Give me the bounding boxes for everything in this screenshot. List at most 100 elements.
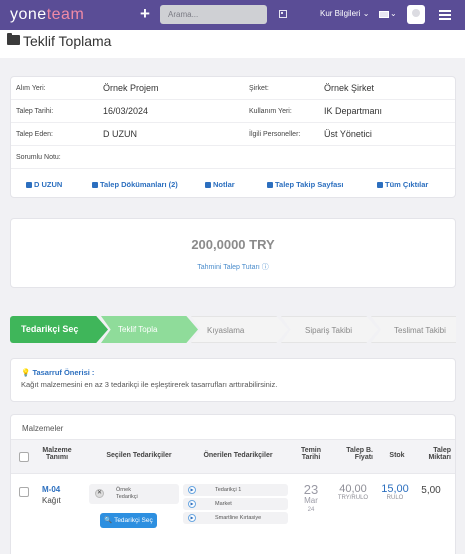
col-selected-suppliers-header: Seçilen Tedarikçiler: [106, 452, 172, 459]
stock-unit: RULO: [386, 495, 404, 501]
recommended-supplier-name: Tedarikçi 1: [215, 487, 242, 493]
info-label: Alım Yeri:: [16, 85, 46, 92]
savings-title-text: Tasarruf Önerisi :: [32, 368, 95, 377]
hamburger-menu-icon[interactable]: [439, 10, 451, 20]
info-label: Kullanım Yeri:: [249, 108, 292, 115]
language-flag-icon[interactable]: [379, 11, 389, 18]
col-recommended-suppliers-header: Önerilen Tedarikçiler: [203, 452, 273, 459]
col-qty-line2: Miktarı: [428, 454, 451, 461]
row-checkbox[interactable]: [19, 487, 29, 497]
add-supplier-icon[interactable]: ▶: [188, 500, 196, 508]
documents-link[interactable]: Talep Dökümanları (2): [92, 180, 178, 189]
info-row: Sorumlu Notu:: [11, 146, 455, 169]
currency-info-label: Kur Bilgileri: [320, 9, 361, 18]
tracking-link-label: Talep Takip Sayfası: [275, 180, 344, 189]
logo-part-2: team: [46, 6, 85, 23]
savings-suggestion-title: 💡 Tasarruf Önerisi :: [21, 368, 94, 377]
info-row: Talep Eden: D UZUN İlgili Personeller: Ü…: [11, 123, 455, 146]
comments-icon: [205, 181, 211, 188]
user-icon: [26, 181, 32, 188]
materials-card: Malzemeler Malzeme Tanımı Seçilen Tedarik…: [10, 414, 456, 554]
notes-link[interactable]: Notlar: [205, 180, 235, 189]
recommended-supplier-name: Market: [215, 501, 232, 507]
supply-date-month: Mar: [304, 496, 318, 505]
tracking-link[interactable]: Talep Takip Sayfası: [267, 180, 344, 189]
chevron-down-icon[interactable]: ⌄: [390, 9, 397, 18]
estimated-amount-label: Tahmini Talep Tutarı ⓘ: [197, 264, 269, 271]
info-label: Şirket:: [249, 85, 269, 92]
stock-value[interactable]: 15,00: [377, 483, 413, 495]
col-qty-header: Talep Miktarı: [411, 447, 451, 461]
info-label: İlgili Personeller:: [249, 131, 301, 138]
col-material-line2: Tanımı: [45, 454, 69, 461]
select-supplier-button[interactable]: 🔍 Tedarikçi Seç: [100, 513, 157, 528]
add-supplier-icon[interactable]: ▶: [188, 486, 196, 494]
selected-supplier-chip: ✕ Örnek Tedarikçi: [89, 484, 179, 504]
requested-quantity: 5,00: [421, 485, 441, 496]
info-row: Alım Yeri: Örnek Projem Şirket: Örnek Şi…: [11, 77, 455, 100]
step-collect-offers[interactable]: Teklif Topla: [101, 316, 198, 343]
notes-link-label: Notlar: [213, 180, 235, 189]
info-label: Talep Tarihi:: [16, 108, 54, 115]
select-supplier-label: Tedarikçi Seç: [114, 517, 153, 524]
request-info-card: Alım Yeri: Örnek Projem Şirket: Örnek Şi…: [10, 76, 456, 198]
info-value: D UZUN: [103, 129, 137, 139]
outputs-link[interactable]: Tüm Çıktılar: [377, 180, 428, 189]
recommended-supplier[interactable]: ▶ Market: [183, 498, 288, 510]
search-input[interactable]: Arama...: [160, 5, 267, 24]
materials-title: Malzemeler: [22, 424, 64, 433]
info-row: Talep Tarihi: 16/03/2024 Kullanım Yeri: …: [11, 100, 455, 123]
step-comparison[interactable]: Kıyaslama: [191, 316, 288, 343]
recommended-supplier[interactable]: ▶ Smartline Kırtasiye: [183, 512, 288, 524]
currency-info-dropdown[interactable]: Kur Bilgileri ⌄: [320, 9, 369, 18]
logo-part-1: yone: [10, 6, 47, 23]
folder-icon: [267, 181, 273, 188]
user-link-label: D UZUN: [34, 180, 63, 189]
supply-date-day: 23: [303, 482, 319, 497]
col-date-line1: Temin: [300, 447, 322, 454]
remove-icon[interactable]: ✕: [95, 489, 104, 498]
info-label: Talep Eden:: [16, 131, 53, 138]
info-value: Örnek Projem: [103, 83, 159, 93]
estimated-amount: 200,0000 TRY: [191, 237, 275, 252]
selected-supplier-name: Örnek Tedarikçi: [116, 487, 138, 501]
col-qty-line1: Talep: [433, 447, 451, 454]
select-all-checkbox[interactable]: [19, 452, 29, 462]
info-label: Sorumlu Notu:: [16, 154, 61, 161]
col-date-header: Temin Tarihi: [297, 447, 325, 461]
material-name: Kağıt: [42, 496, 61, 505]
copy-icon: [377, 181, 383, 188]
info-value: Örnek Şirket: [324, 83, 375, 93]
chevron-down-icon: ⌄: [362, 9, 370, 18]
page-title: Teklif Toplama: [23, 33, 112, 49]
qr-code-icon[interactable]: [279, 10, 287, 18]
col-stock-header: Stok: [389, 452, 405, 459]
add-supplier-icon[interactable]: ▶: [188, 514, 196, 522]
add-icon[interactable]: +: [140, 4, 150, 24]
estimated-amount-card: 200,0000 TRY Tahmini Talep Tutarı ⓘ: [10, 218, 456, 288]
material-code-link[interactable]: M-04: [42, 485, 60, 494]
step-order-tracking[interactable]: Sipariş Takibi: [281, 316, 378, 343]
documents-link-label: Talep Dökümanları (2): [100, 180, 178, 189]
step-delivery-tracking[interactable]: Teslimat Takibi: [371, 316, 456, 343]
savings-suggestion-text: Kağıt malzemesini en az 3 tedarikçi ile …: [21, 380, 278, 389]
outputs-link-label: Tüm Çıktılar: [385, 180, 429, 189]
selected-supplier-line1: Örnek: [116, 487, 131, 493]
savings-suggestion: 💡 Tasarruf Önerisi : Kağıt malzemesini e…: [10, 358, 456, 402]
info-value: IK Departmanı: [324, 106, 383, 116]
col-price-line1: Talep B.: [346, 447, 373, 454]
process-steps: Teslimat Takibi Sipariş Takibi Kıyaslama…: [10, 316, 456, 343]
col-material-header: Malzeme Tanımı: [39, 447, 75, 461]
user-link[interactable]: D UZUN: [26, 180, 62, 189]
folder-open-icon: [7, 33, 20, 45]
unit-price: 40,00: [339, 483, 367, 495]
avatar[interactable]: [407, 5, 425, 24]
col-material-line1: Malzeme: [42, 447, 72, 454]
recommended-supplier[interactable]: ▶ Tedarikçi 1: [183, 484, 288, 496]
col-date-line2: Tarihi: [301, 454, 321, 461]
app-logo[interactable]: yoneteam: [10, 6, 84, 24]
materials-table-header: Malzeme Tanımı Seçilen Tedarikçiler Öneri…: [11, 439, 455, 474]
search-icon: 🔍: [104, 517, 113, 524]
selected-supplier-line2: Tedarikçi: [116, 494, 138, 500]
step-select-supplier[interactable]: Tedarikçi Seç: [10, 316, 108, 343]
